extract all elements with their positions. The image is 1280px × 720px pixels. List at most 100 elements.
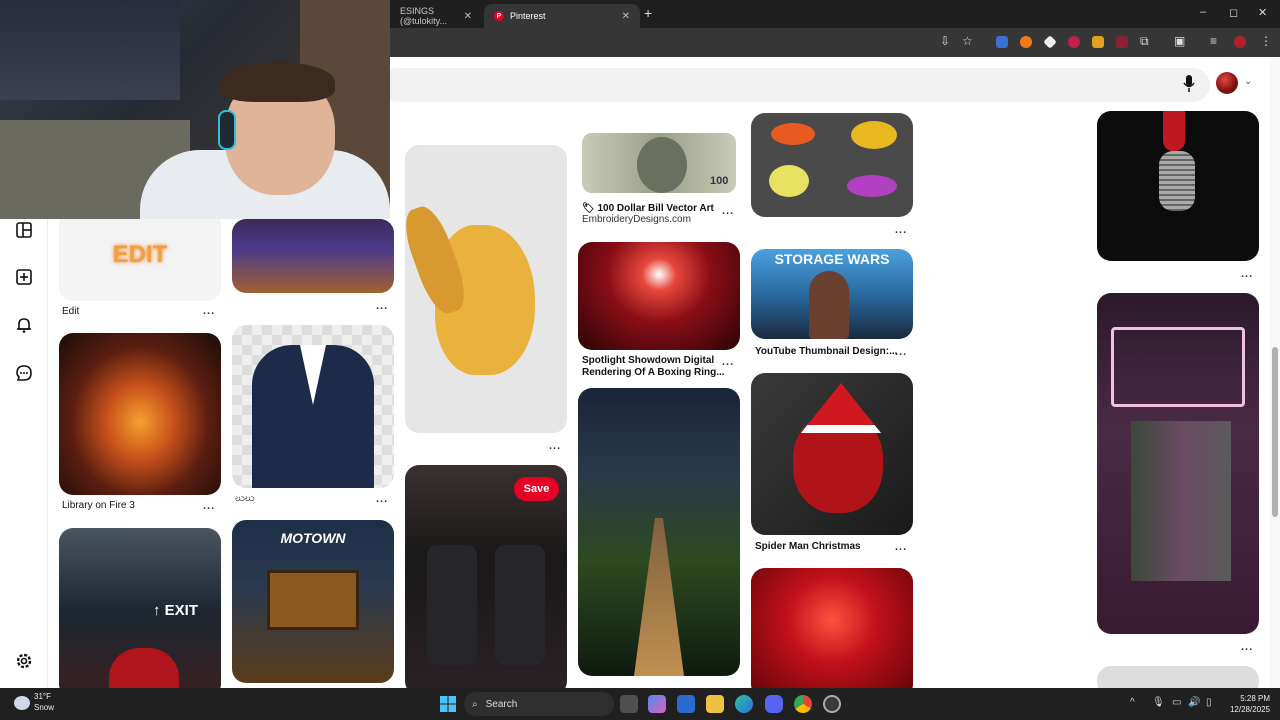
extension-icon[interactable]: [1116, 36, 1128, 48]
more-options-button[interactable]: ...: [722, 356, 734, 368]
pin-caption[interactable]: Edit: [62, 306, 79, 318]
boards-icon[interactable]: [15, 221, 33, 239]
sidepanel-icon[interactable]: ▣: [1174, 34, 1185, 48]
app-icon[interactable]: [823, 695, 841, 713]
more-options-button[interactable]: ...: [1241, 268, 1253, 280]
browser-menu-icon[interactable]: ⋮: [1260, 34, 1272, 48]
chrome-icon[interactable]: [794, 695, 812, 713]
volume-icon[interactable]: 🔊: [1188, 697, 1200, 708]
profile-avatar-icon[interactable]: [1234, 36, 1246, 48]
extensions-puzzle-icon[interactable]: ⧉: [1140, 34, 1149, 49]
network-icon[interactable]: ▭: [1172, 697, 1181, 708]
pin-boxing-ring[interactable]: [578, 242, 740, 350]
pin-storage-wars[interactable]: STORAGE WARS: [751, 249, 913, 339]
edge-icon[interactable]: [735, 695, 753, 713]
pin-edit[interactable]: EDIT: [59, 211, 221, 301]
pin-suit[interactable]: [232, 325, 394, 488]
more-options-button[interactable]: ...: [376, 493, 388, 505]
minimize-button[interactable]: –: [1200, 6, 1206, 18]
seat-right: [495, 545, 545, 665]
page-scrollbar[interactable]: [1270, 57, 1280, 688]
more-options-button[interactable]: ...: [376, 300, 388, 312]
pin-car-interior[interactable]: Save: [405, 465, 567, 688]
pin-caption[interactable]: YouTube Thumbnail Design:...: [755, 346, 897, 358]
scrollbar-thumb[interactable]: [1272, 347, 1278, 517]
chevron-down-icon[interactable]: ⌄: [1244, 76, 1252, 87]
pin-palm-walkway[interactable]: [578, 388, 740, 676]
clock-date: 12/28/2025: [1229, 705, 1270, 714]
pin-giraffe[interactable]: [405, 145, 567, 433]
more-options-button[interactable]: ...: [895, 224, 907, 236]
more-options-button[interactable]: ...: [895, 541, 907, 553]
tab-close-icon[interactable]: ✕: [464, 11, 472, 22]
create-icon[interactable]: [15, 268, 33, 286]
discord-icon[interactable]: [765, 695, 783, 713]
fish-yellow: [851, 121, 897, 149]
pin-spiderman[interactable]: [751, 373, 913, 535]
notifications-icon[interactable]: [15, 316, 33, 334]
pin-exit[interactable]: ↑ EXIT: [59, 528, 221, 688]
tray-overflow-icon[interactable]: ^: [1130, 697, 1135, 708]
avatar[interactable]: [1216, 72, 1238, 94]
search-input[interactable]: [380, 68, 1210, 102]
tab-label: Pinterest: [510, 11, 546, 21]
microphone-icon[interactable]: [1182, 74, 1196, 94]
bookmark-star-icon[interactable]: ☆: [962, 34, 973, 48]
taskbar-clock[interactable]: 5:28 PM 12/28/2025: [1222, 693, 1270, 715]
tab-pinterest[interactable]: P Pinterest ✕: [484, 4, 640, 28]
extension-icon[interactable]: [1020, 36, 1032, 48]
maximize-button[interactable]: ◻: [1229, 6, 1238, 19]
search-icon: ⌕: [472, 698, 478, 710]
pin-tropical-fish[interactable]: [751, 113, 913, 217]
pin-closet[interactable]: [1097, 293, 1259, 634]
fish-orange: [771, 123, 815, 145]
pin-red-arena[interactable]: [751, 568, 913, 688]
pin-partial[interactable]: [1097, 666, 1259, 688]
more-options-button[interactable]: ...: [549, 440, 561, 452]
new-tab-button[interactable]: +: [644, 5, 652, 21]
taskbar-search[interactable]: ⌕ Search: [464, 692, 614, 716]
microphone-tray-icon[interactable]: 🎙: [1152, 697, 1165, 708]
close-window-button[interactable]: ✕: [1258, 6, 1267, 19]
battery-icon[interactable]: ▯: [1206, 697, 1212, 708]
reading-list-icon[interactable]: ≡: [1210, 34, 1217, 48]
pin-caption[interactable]: Spider Man Christmas: [755, 541, 861, 553]
red-glove: [1163, 111, 1185, 151]
extension-icon[interactable]: [996, 36, 1008, 48]
outlook-icon[interactable]: [677, 695, 695, 713]
extension-icon[interactable]: [1068, 36, 1080, 48]
save-button[interactable]: Save: [514, 477, 559, 501]
tab-tulokity[interactable]: ESINGS (@tulokity... ✕: [390, 4, 482, 28]
messages-icon[interactable]: [15, 364, 33, 382]
settings-icon[interactable]: [15, 652, 33, 670]
pin-caption[interactable]: ဃဃ: [235, 493, 255, 505]
pin-lounge[interactable]: [232, 219, 394, 293]
pin-caption[interactable]: Spotlight Showdown Digital: [582, 355, 714, 367]
pin-dollar-bill[interactable]: 100: [578, 129, 740, 197]
room-background: [0, 0, 180, 100]
pin-caption-line2[interactable]: Rendering Of A Boxing Ring...: [582, 367, 725, 379]
pin-caption[interactable]: Library on Fire 3: [62, 500, 135, 512]
windows-start-icon[interactable]: [440, 696, 456, 712]
pin-library-fire[interactable]: [59, 333, 221, 495]
santa-hat: [801, 383, 881, 433]
more-options-button[interactable]: ...: [722, 205, 734, 217]
file-explorer-icon[interactable]: [706, 695, 724, 713]
walkway: [634, 518, 684, 676]
task-view-icon[interactable]: [620, 695, 638, 713]
extension-icon[interactable]: [1092, 36, 1104, 48]
copilot-icon[interactable]: [648, 695, 666, 713]
extension-icon[interactable]: [1043, 35, 1057, 49]
pin-motown[interactable]: MOTOWN: [232, 520, 394, 683]
storage-tile-text: STORAGE WARS: [774, 251, 890, 267]
more-options-button[interactable]: ...: [1241, 641, 1253, 653]
more-options-button[interactable]: ...: [203, 500, 215, 512]
pin-source[interactable]: EmbroideryDesigns.com: [582, 214, 691, 226]
more-options-button[interactable]: ...: [203, 305, 215, 317]
more-options-button[interactable]: ...: [895, 346, 907, 358]
fish-angel: [769, 165, 809, 197]
install-app-icon[interactable]: ⇩: [940, 34, 950, 48]
tab-close-icon[interactable]: ✕: [622, 11, 630, 22]
cabin: [267, 570, 359, 630]
pin-microphone[interactable]: [1097, 111, 1259, 261]
